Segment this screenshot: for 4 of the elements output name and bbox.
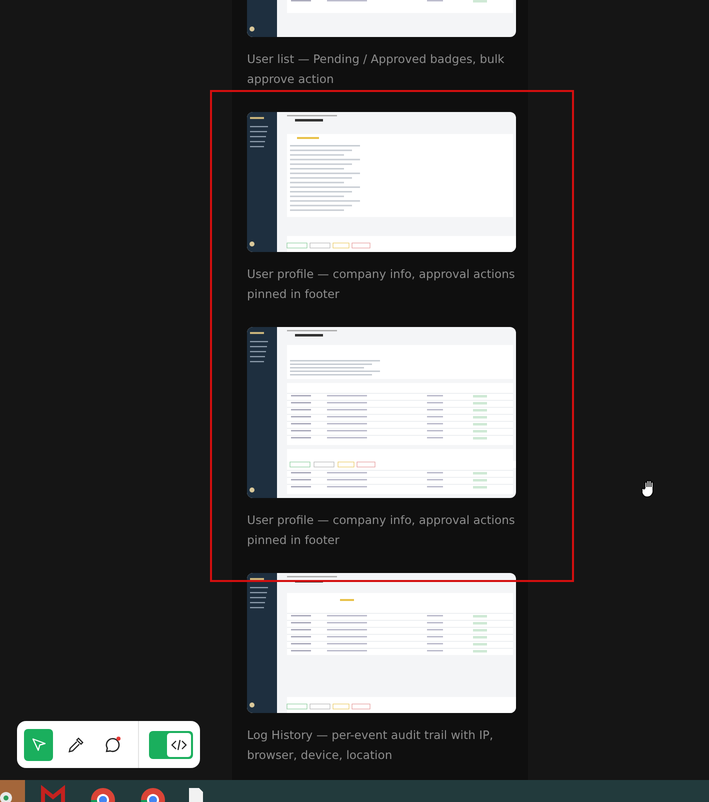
caption: Log History — per-event audit trail with IP, browser, device, location: [247, 727, 494, 764]
caption: User list — Pending / Approved badges, bulk approve action: [247, 51, 506, 88]
caption: User profile — company info, approval actions pinned in footer: [247, 512, 516, 549]
caption: User profile — company info, approval actions pinned in footer: [247, 266, 516, 303]
